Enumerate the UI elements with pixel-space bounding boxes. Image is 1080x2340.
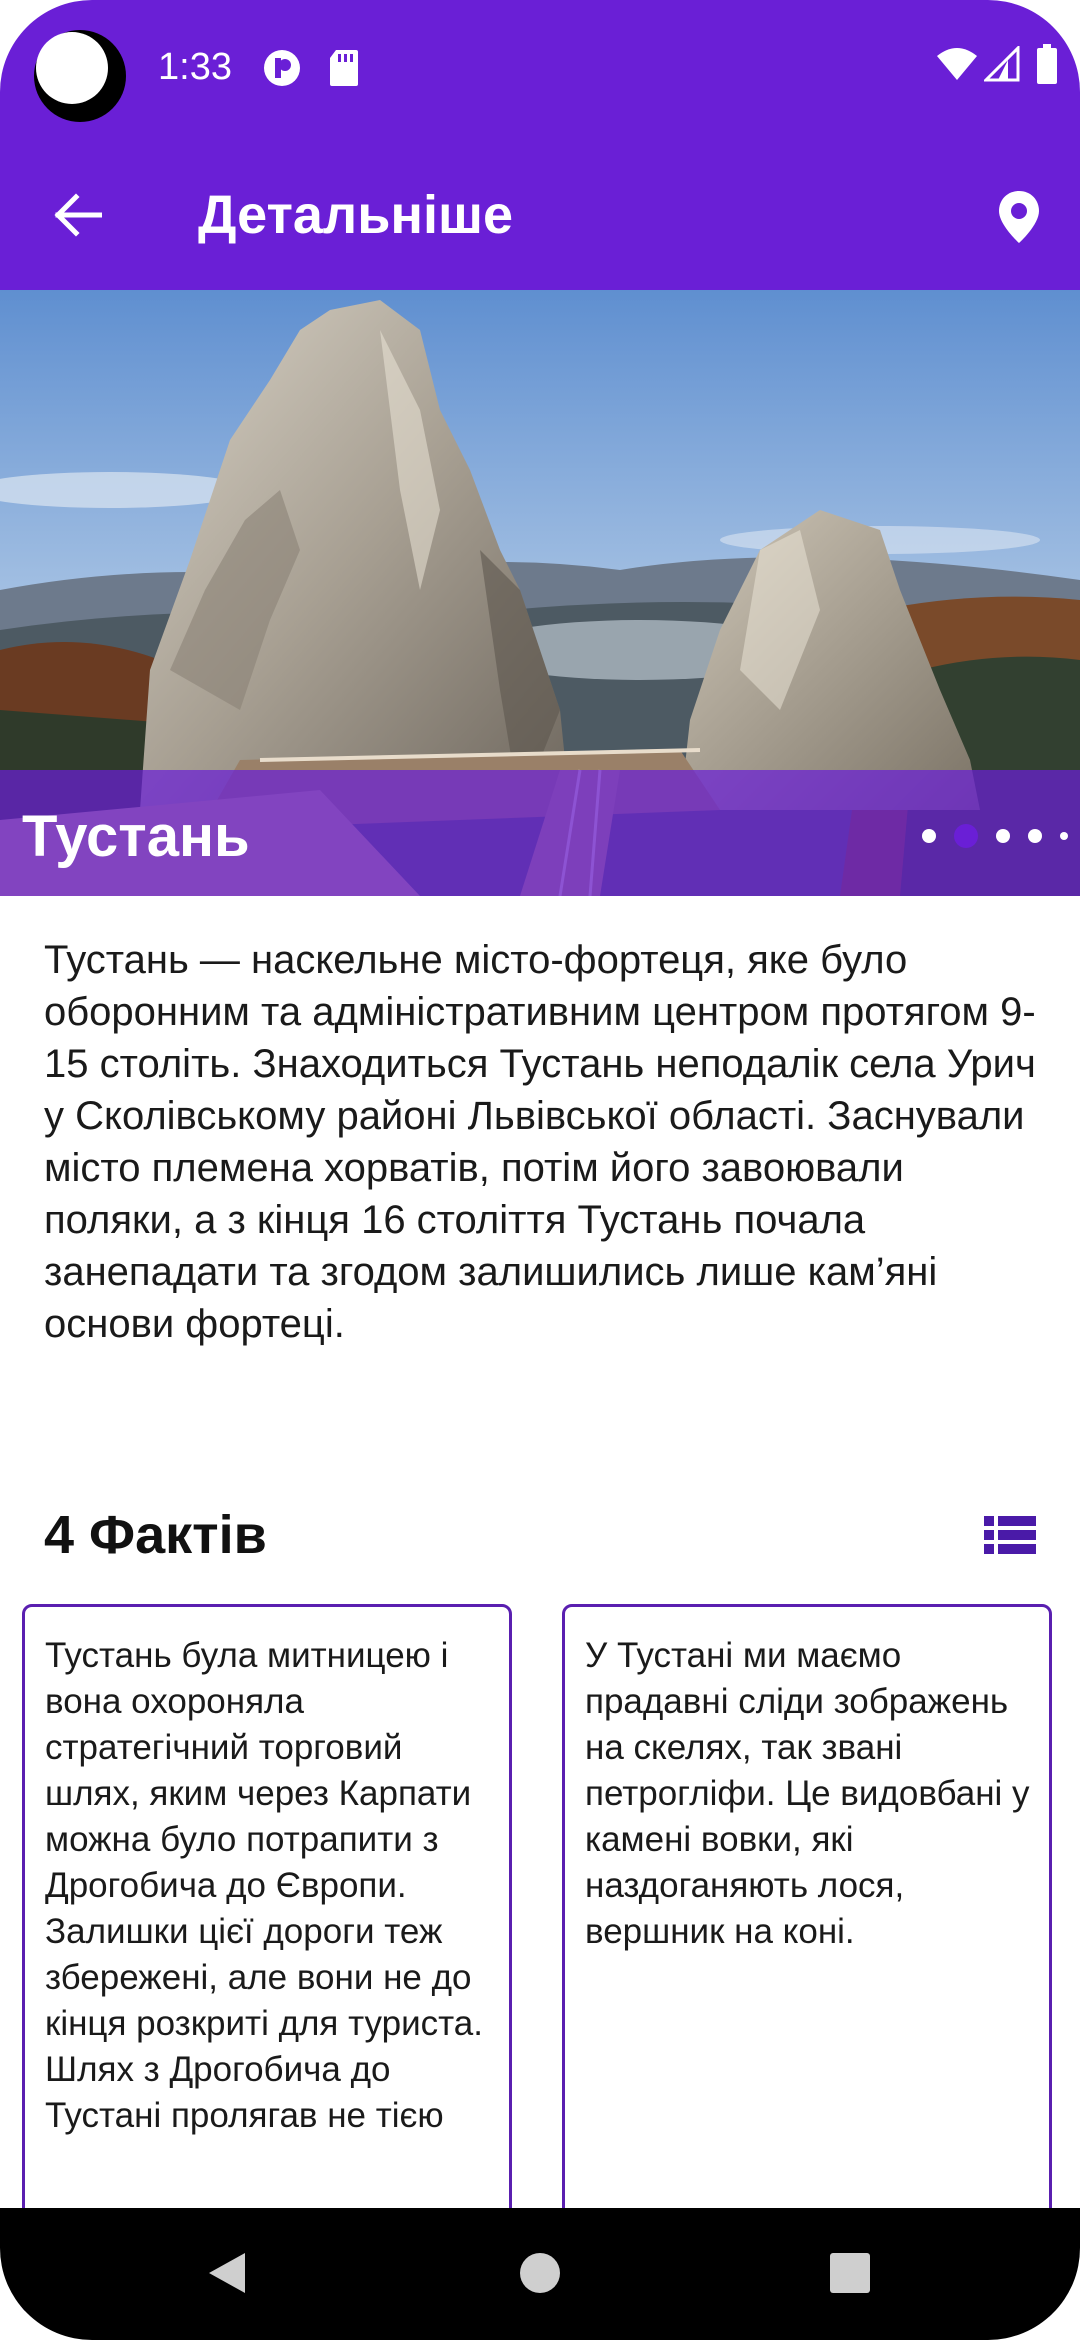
nav-back-button[interactable]	[192, 2238, 262, 2308]
nav-home-button[interactable]	[505, 2238, 575, 2308]
arrow-left-icon	[54, 193, 102, 237]
facts-heading: 4 Фактів	[44, 1505, 267, 1565]
notification-app-icon	[262, 48, 302, 93]
status-bar: 1:33	[0, 0, 1080, 140]
location-button[interactable]	[984, 182, 1054, 252]
sd-card-icon	[328, 48, 360, 93]
carousel-dot-active[interactable]	[954, 824, 978, 848]
square-recents-icon	[830, 2253, 870, 2293]
list-view-button[interactable]	[982, 1512, 1038, 1558]
wifi-icon	[936, 46, 978, 87]
battery-icon	[1036, 44, 1058, 89]
fact-card-text: Тустань була митницею і вона охороняла с…	[45, 1636, 483, 2135]
carousel-dot[interactable]	[1028, 829, 1042, 843]
carousel-dot[interactable]	[1060, 832, 1068, 840]
camera-cutout	[34, 30, 126, 122]
status-time: 1:33	[158, 46, 232, 88]
system-navigation-bar	[0, 2208, 1080, 2340]
location-pin-icon	[999, 191, 1039, 243]
carousel-indicator	[922, 824, 1068, 848]
carousel-dot[interactable]	[922, 829, 936, 843]
back-button[interactable]	[42, 180, 112, 250]
cell-signal-icon	[982, 44, 1020, 87]
top-app-area: 1:33 Детальніше	[0, 0, 1080, 290]
nav-recents-button[interactable]	[815, 2238, 885, 2308]
list-view-icon	[984, 1516, 1036, 1554]
triangle-back-icon	[209, 2253, 245, 2293]
page-title: Детальніше	[198, 185, 514, 245]
app-bar: Детальніше	[0, 160, 1080, 270]
fact-card-text: У Тустані ми маємо прадавні сліди зображ…	[585, 1636, 1030, 1951]
place-description: Тустань — наскельне місто-фортеця, яке б…	[44, 938, 1036, 1346]
phone-screen: 1:33 Детальніше Тустань Тустань — наскел…	[0, 0, 1080, 2340]
carousel-dot[interactable]	[996, 829, 1010, 843]
hero-image-carousel[interactable]: Тустань	[0, 290, 1080, 896]
circle-home-icon	[520, 2253, 560, 2293]
place-name: Тустань	[22, 804, 250, 869]
